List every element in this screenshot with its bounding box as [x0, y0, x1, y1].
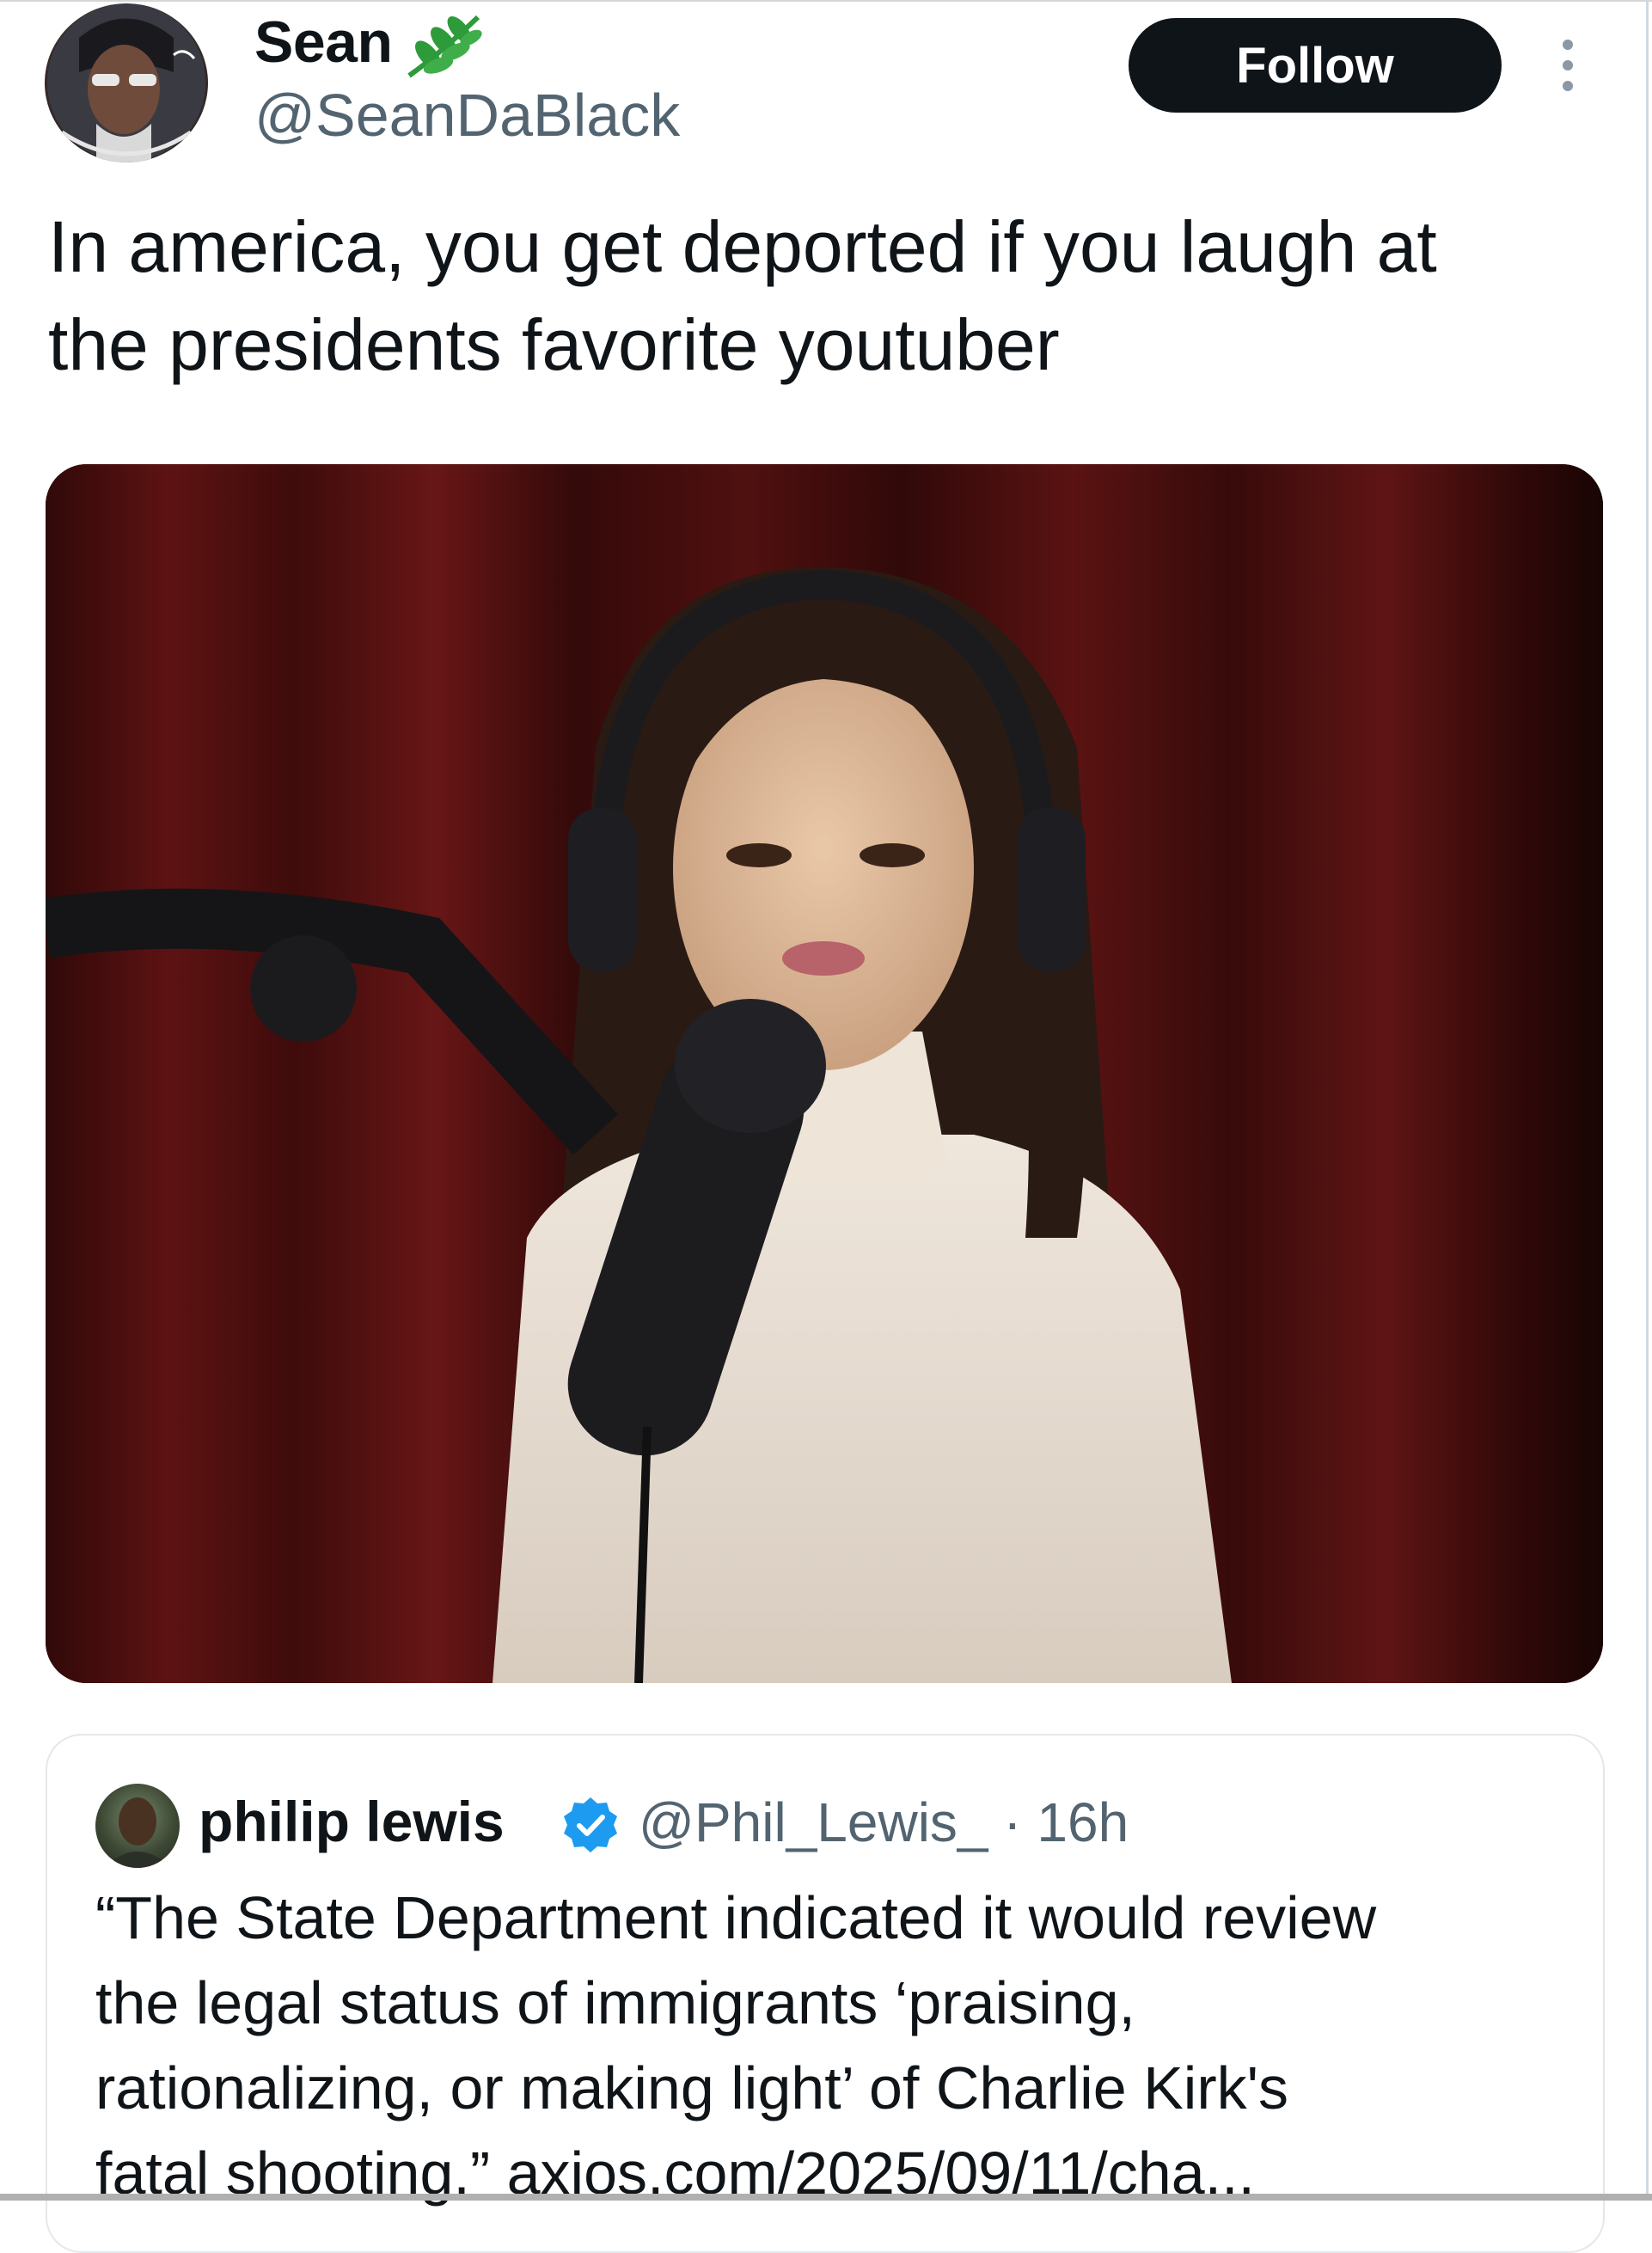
author-avatar[interactable]	[45, 3, 208, 162]
more-vertical-icon[interactable]	[1547, 34, 1588, 96]
author-handle[interactable]: @SeanDaBlack	[254, 81, 680, 150]
tweet-media-image[interactable]	[46, 464, 1603, 1683]
quoted-tweet-card[interactable]: philip lewis @Phil_Lewis_ · 16h “The Sta…	[46, 1734, 1605, 2253]
quoted-text-line: the legal status of immigrants ‘praising…	[95, 1969, 1135, 2036]
quoted-author-name[interactable]: philip lewis	[199, 1789, 505, 1854]
quoted-timestamp: · 16h	[1003, 1791, 1129, 1853]
follow-button[interactable]: Follow	[1129, 18, 1502, 113]
tweet-text-line: the presidents favorite youtuber	[48, 304, 1060, 385]
quoted-text-line: “The State Department indicated it would…	[95, 1884, 1377, 1951]
tweet-text: In america, you get deported if you laug…	[48, 198, 1578, 394]
tweet-text-line: In america, you get deported if you laug…	[48, 206, 1437, 287]
right-border	[1646, 0, 1649, 2201]
quoted-text-line: fatal shooting.” axios.com/2025/09/11/ch…	[95, 2131, 1574, 2216]
bottom-border	[0, 2194, 1652, 2201]
author-name[interactable]: Sean	[254, 9, 393, 76]
quoted-author-handle[interactable]: @Phil_Lewis_	[639, 1791, 988, 1853]
quoted-author-avatar[interactable]	[95, 1784, 180, 1868]
top-border	[0, 0, 1652, 2]
verified-badge-icon	[564, 1797, 617, 1852]
leaf-icon	[407, 15, 482, 78]
quoted-handle-time[interactable]: @Phil_Lewis_ · 16h	[639, 1791, 1129, 1854]
quoted-text-line: rationalizing, or making light’ of Charl…	[95, 2054, 1289, 2121]
quoted-tweet-text: “The State Department indicated it would…	[95, 1876, 1574, 2216]
